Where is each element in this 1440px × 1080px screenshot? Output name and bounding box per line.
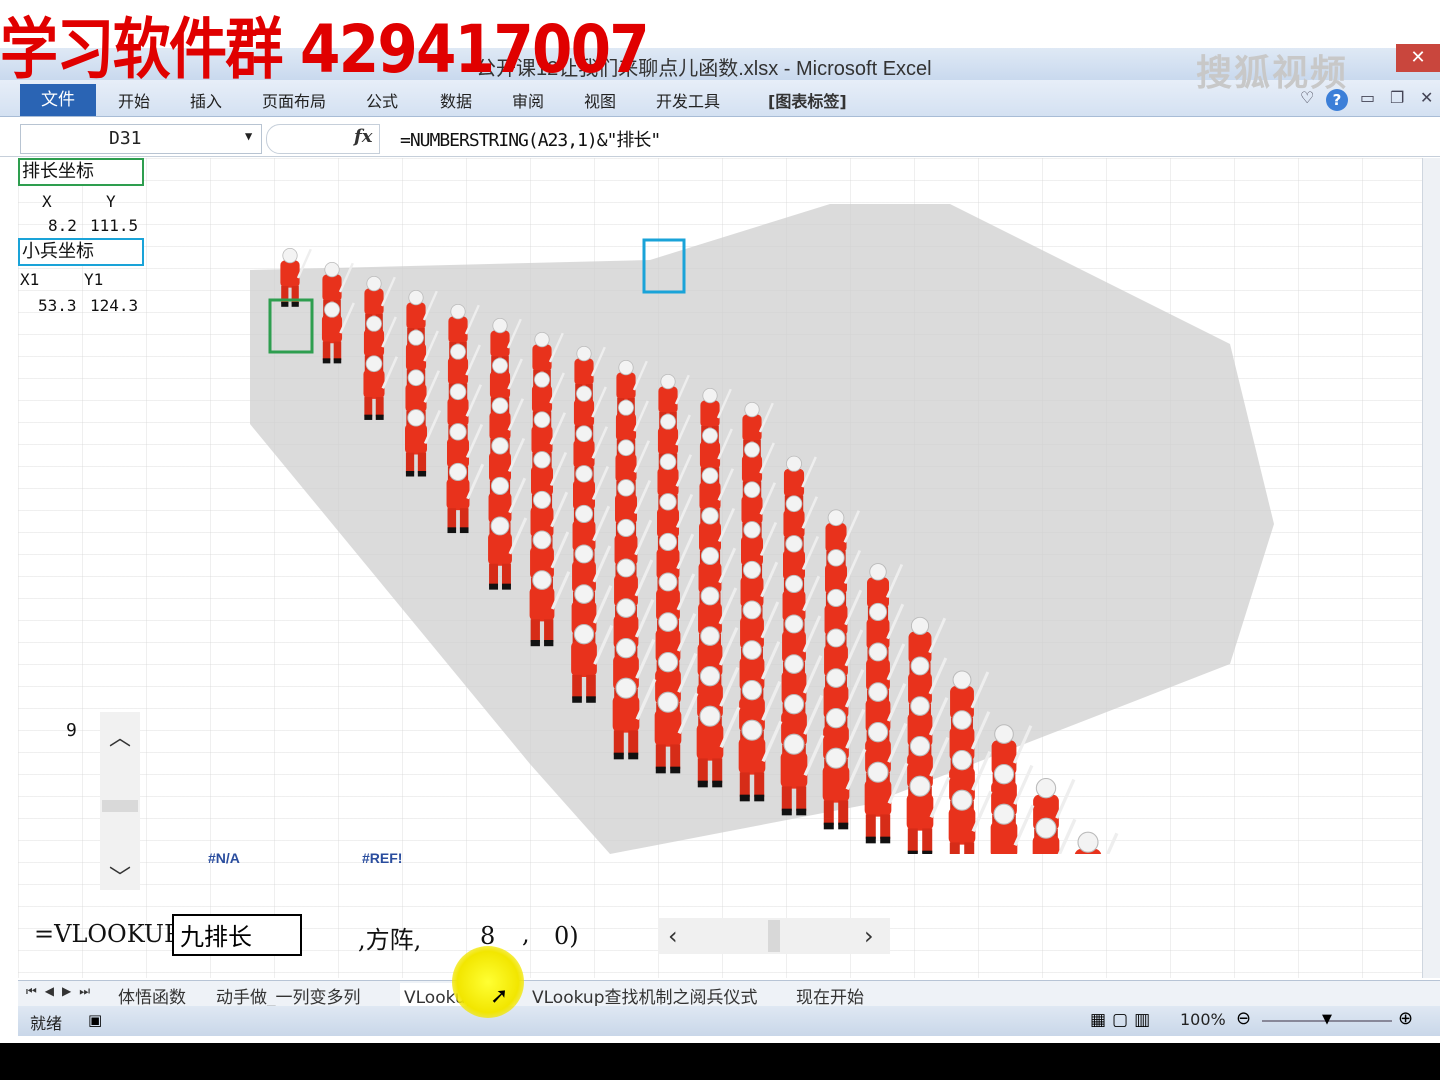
cursor-highlight [452, 946, 524, 1018]
soldier [948, 789, 993, 854]
sheet-tab-2[interactable]: 动手做_一列变多列 [216, 983, 361, 1008]
chevron-down-icon[interactable]: ▼ [245, 129, 252, 143]
worksheet[interactable]: 排长坐标 X Y 8.2 111.5 小兵坐标 X1 Y1 53.3 124.3… [18, 158, 1422, 978]
na-error-cell[interactable]: #N/A [208, 850, 240, 866]
vlookup-separator: , [522, 920, 530, 948]
name-box-value: D31 [109, 128, 142, 149]
sheet-tab-1[interactable]: 体悟函数 [118, 983, 186, 1008]
x-header[interactable]: X [42, 192, 52, 211]
spin-button[interactable]: ︿ ﹀ [100, 712, 140, 892]
soldier [990, 803, 1035, 854]
x1-header[interactable]: X1 [20, 270, 39, 289]
chevron-right-icon[interactable]: › [864, 922, 874, 950]
close-small-icon[interactable]: ✕ [1420, 88, 1433, 107]
chevron-down-icon[interactable]: ﹀ [100, 860, 140, 892]
tab-developer[interactable]: 开发工具 [656, 88, 720, 112]
y1-header[interactable]: Y1 [84, 270, 103, 289]
y-value[interactable]: 111.5 [90, 216, 138, 235]
zoom-in-icon[interactable]: ⊕ [1398, 1008, 1413, 1029]
sheet-nav-arrows-icon[interactable]: ⏮◀▶⏭ [26, 984, 98, 999]
zoom-out-icon[interactable]: ⊖ [1236, 1008, 1251, 1029]
watermark-text: 学习软件群 429417007 [0, 11, 650, 88]
excel-window: 公开课12让我们来聊点儿函数.xlsx - Microsoft Excel ✕ … [0, 0, 1440, 1043]
zoom-level[interactable]: 100% [1180, 1010, 1226, 1029]
soldier [906, 775, 951, 854]
restore-icon[interactable]: ❐ [1390, 88, 1404, 107]
sheet-tab-5[interactable]: 现在开始 [796, 983, 864, 1008]
chevron-left-icon[interactable]: ‹ [668, 922, 678, 950]
platoon-coord-label[interactable]: 排长坐标 [18, 158, 144, 186]
vlookup-prefix: =VLOOKUP( [34, 920, 190, 948]
soldier-coord-label[interactable]: 小兵坐标 [18, 238, 144, 266]
name-box[interactable]: D31 ▼ [20, 124, 262, 154]
status-bar: 就绪 ▣ ▦▢▥ 100% ⊖ ▼ ⊕ [18, 1006, 1440, 1036]
vlookup-lookup-input[interactable]: 九排长 [172, 914, 302, 956]
view-mode-icons[interactable]: ▦▢▥ [1090, 1010, 1156, 1030]
sheet-tab-bar: ⏮◀▶⏭ 体悟函数 动手做_一列变多列 VLookup函数 VLookup查找机… [18, 980, 1440, 1008]
fx-icon[interactable]: fx [354, 126, 372, 147]
minimize-icon[interactable]: ▭ [1360, 88, 1375, 107]
sheet-tab-4[interactable]: VLookup查找机制之阅兵仪式 [532, 983, 758, 1008]
soldier [1074, 831, 1119, 854]
y1-value[interactable]: 124.3 [90, 296, 138, 315]
status-ready: 就绪 [30, 1014, 63, 1033]
sohu-video-logo: 搜狐视频 [1196, 53, 1349, 94]
tab-chart-label[interactable]: [图表标签] [768, 88, 847, 112]
close-button[interactable]: ✕ [1396, 44, 1440, 72]
parade-formation-image[interactable] [230, 204, 1274, 854]
scroll-thumb[interactable] [768, 920, 780, 952]
x-value[interactable]: 8.2 [48, 216, 77, 235]
chevron-up-icon[interactable]: ︿ [100, 720, 140, 752]
vertical-scrollbar[interactable] [1422, 158, 1440, 978]
zoom-slider-thumb[interactable]: ▼ [1322, 1012, 1332, 1027]
mouse-pointer-icon: ➚ [490, 984, 509, 1009]
vlookup-table-arg: ,方阵, [358, 926, 422, 954]
y-header[interactable]: Y [106, 192, 116, 211]
macro-record-icon[interactable]: ▣ [88, 1011, 102, 1029]
soldier [864, 761, 909, 844]
x1-value[interactable]: 53.3 [38, 296, 77, 315]
spinner-value[interactable]: 9 [66, 720, 77, 741]
ref-error-cell[interactable]: #REF! [362, 850, 402, 866]
soldier [1032, 817, 1077, 854]
formula-input[interactable]: =NUMBERSTRING(A23,1)&"排长" [400, 126, 661, 152]
spinner-thumb[interactable] [102, 800, 138, 812]
horizontal-scroll-control[interactable]: ‹ › [658, 918, 890, 954]
vlookup-range-flag: 0) [554, 922, 579, 950]
